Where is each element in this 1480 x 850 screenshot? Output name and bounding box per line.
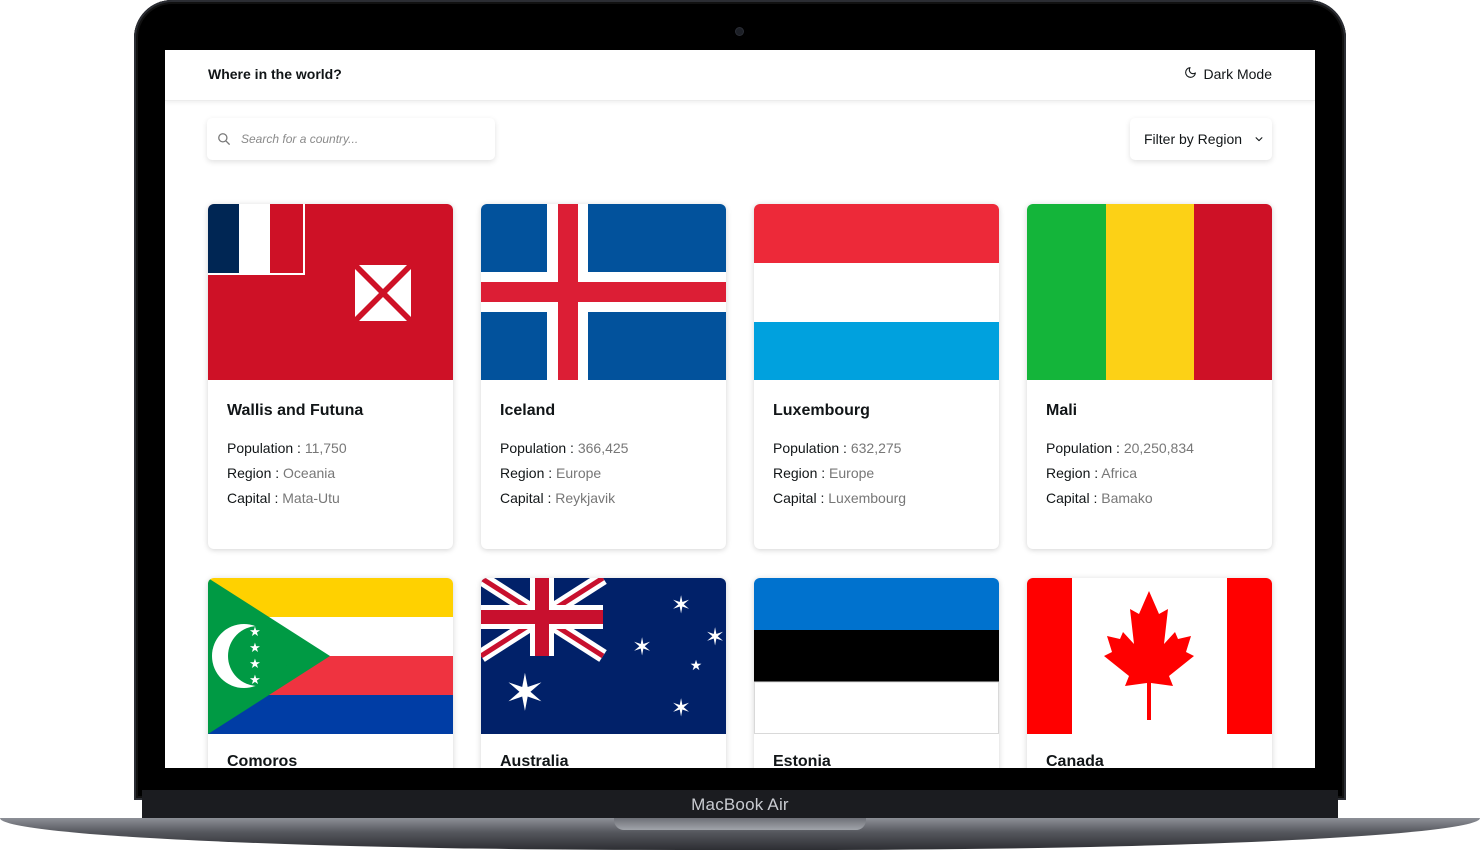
country-card-iceland[interactable]: Iceland Population : 366,425 Region : Eu…: [481, 204, 726, 549]
svg-text:✶: ✶: [671, 695, 691, 722]
region-filter-label: Filter by Region: [1144, 131, 1243, 147]
search-box[interactable]: [207, 118, 495, 160]
svg-text:✶: ✶: [504, 665, 546, 721]
country-card-estonia[interactable]: Estonia: [754, 578, 999, 768]
country-name: Luxembourg: [773, 402, 870, 419]
capital-row: Capital : Luxembourg: [773, 490, 907, 506]
country-card-comoros[interactable]: ★ ★ ★ ★ Comoros: [208, 578, 453, 768]
population-row: Population : 632,275: [773, 440, 902, 456]
svg-text:★: ★: [249, 640, 261, 655]
country-name: Mali: [1046, 402, 1078, 419]
flag-mali: [1027, 204, 1272, 380]
dark-mode-label: Dark Mode: [1203, 66, 1272, 82]
flag-australia: ✶ ✶ ✶ ✶ ★ ✶: [481, 578, 726, 734]
population-row: Population : 20,250,834: [1046, 440, 1194, 456]
camera-icon: [736, 28, 743, 35]
country-name: Iceland: [500, 402, 556, 419]
laptop-notch: [614, 818, 866, 830]
country-card-luxembourg[interactable]: Luxembourg Population : 632,275 Region :…: [754, 204, 999, 549]
country-name: Comoros: [227, 753, 298, 768]
country-card-wallis-and-futuna[interactable]: Wallis and Futuna Population : 11,750 Re…: [208, 204, 453, 549]
country-name: Canada: [1046, 753, 1104, 768]
country-name: Wallis and Futuna: [227, 402, 364, 419]
region-row: Region : Africa: [1046, 465, 1138, 481]
region-row: Region : Europe: [500, 465, 602, 481]
flag-comoros: ★ ★ ★ ★: [208, 578, 453, 734]
app-title: Where in the world?: [208, 66, 342, 82]
search-icon: [217, 132, 231, 146]
svg-text:★: ★: [249, 656, 261, 671]
flag-luxembourg: [754, 204, 999, 380]
flag-wallis-and-futuna: [208, 204, 453, 380]
app-header: Where in the world? Dark Mode: [165, 50, 1315, 101]
country-card-australia[interactable]: ✶ ✶ ✶ ✶ ★ ✶ Australia: [481, 578, 726, 768]
country-name: Estonia: [773, 753, 831, 768]
app-screen: Where in the world? Dark Mode Filter by …: [165, 50, 1315, 768]
svg-text:✶: ✶: [671, 592, 691, 619]
flag-canada: [1027, 578, 1272, 734]
svg-text:✶: ✶: [705, 624, 725, 651]
flag-iceland: [481, 204, 726, 380]
country-card-mali[interactable]: Mali Population : 20,250,834 Region : Af…: [1027, 204, 1272, 549]
region-row: Region : Europe: [773, 465, 875, 481]
moon-icon: [1184, 66, 1197, 82]
region-filter-select[interactable]: Filter by Region: [1130, 118, 1272, 160]
dark-mode-toggle[interactable]: Dark Mode: [1184, 66, 1272, 82]
capital-row: Capital : Reykjavik: [500, 490, 616, 506]
country-name: Australia: [500, 753, 569, 768]
device-label: MacBook Air: [691, 795, 789, 814]
population-row: Population : 366,425: [500, 440, 629, 456]
country-card-canada[interactable]: Canada: [1027, 578, 1272, 768]
svg-text:★: ★: [249, 672, 261, 687]
svg-text:★: ★: [249, 624, 261, 639]
chevron-down-icon: [1254, 131, 1264, 147]
population-row: Population : 11,750: [227, 440, 347, 456]
svg-text:✶: ✶: [632, 634, 652, 661]
region-row: Region : Oceania: [227, 465, 336, 481]
capital-row: Capital : Bamako: [1046, 490, 1153, 506]
flag-estonia: [754, 578, 999, 734]
svg-text:★: ★: [690, 657, 703, 673]
capital-row: Capital : Mata-Utu: [227, 490, 340, 506]
search-input[interactable]: [239, 131, 483, 147]
